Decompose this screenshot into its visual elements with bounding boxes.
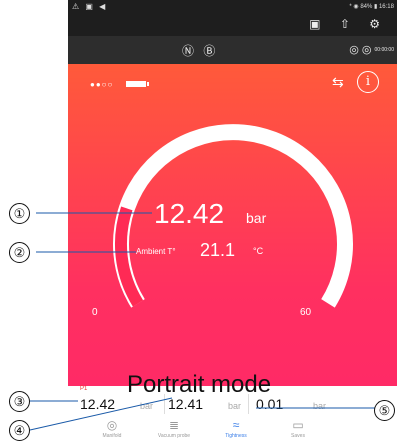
callout-3: ③ <box>9 391 30 412</box>
callout-4: ④ <box>9 420 30 441</box>
callout-lines <box>29 212 376 431</box>
callout-1: ① <box>9 203 30 224</box>
callout-2: ② <box>9 242 30 263</box>
callout-5: ⑤ <box>374 400 395 421</box>
